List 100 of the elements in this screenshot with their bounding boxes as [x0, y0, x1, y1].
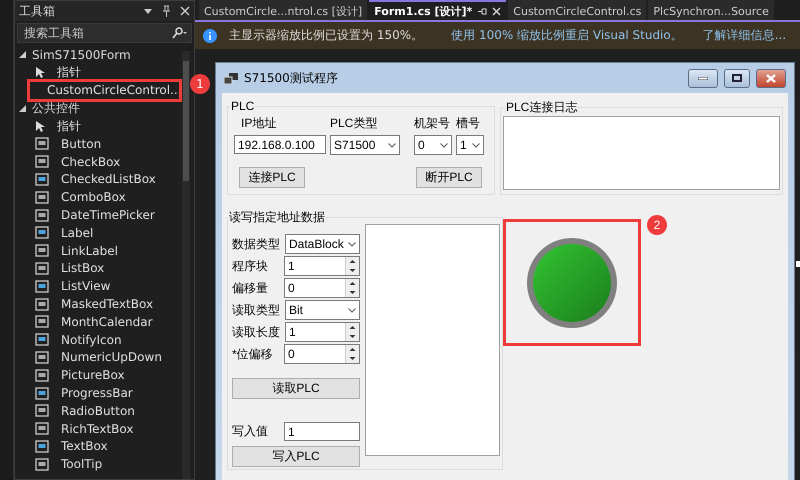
toolbox-item[interactable]: NotifyIcon [15, 330, 180, 349]
control-icon [35, 137, 49, 150]
toolbox-item[interactable]: RichTextBox [15, 420, 180, 438]
group-title: 读写指定地址数据 [228, 209, 326, 226]
toolbox-item[interactable]: ProgressBar [15, 384, 180, 402]
numeric-up-down[interactable]: 1 [285, 322, 360, 342]
control-icon [35, 155, 49, 168]
numeric-up-down[interactable]: 0 [284, 344, 360, 364]
control-icon [35, 440, 49, 453]
control-icon [35, 350, 49, 364]
field-label: PLC类型 [330, 115, 378, 132]
minimize-button[interactable] [688, 68, 718, 88]
scrollbar-thumb[interactable] [183, 61, 189, 181]
field-label: 槽号 [456, 115, 481, 132]
close-icon[interactable] [492, 6, 502, 16]
info-link[interactable]: 使用 100% 缩放比例重启 Visual Studio。 [451, 27, 683, 44]
combo-box[interactable]: Bit [285, 300, 360, 320]
toolbox-item[interactable]: ListView [15, 277, 180, 296]
field-label: *位偏移 [232, 346, 273, 362]
close-icon[interactable] [180, 6, 190, 16]
scrollbar[interactable] [182, 51, 190, 479]
document-tab[interactable]: CustomCircleControl.cs [508, 0, 646, 20]
field-label: 写入值 [232, 423, 268, 440]
toolbox-item[interactable]: DateTimePicker [15, 206, 180, 224]
resize-handle[interactable] [796, 261, 800, 267]
toolbox-item[interactable]: MonthCalendar [15, 312, 180, 331]
toolbox-item[interactable]: 指针 [15, 64, 180, 82]
combo-box[interactable]: 1 [456, 135, 484, 155]
control-icon [35, 244, 49, 258]
group-title: PLC [230, 99, 256, 113]
panel-title: 工具箱 [19, 2, 56, 20]
expanded-icon [19, 51, 26, 58]
info-message: 主显示器缩放比例已设置为 150%。 [229, 27, 424, 44]
control-icon [35, 262, 49, 275]
field-label: 机架号 [414, 115, 451, 132]
toolbox-group[interactable]: 公共控件 [15, 99, 180, 118]
control-icon [35, 190, 49, 204]
write-value-field[interactable]: 1 [284, 422, 360, 441]
toolbox-item[interactable]: PictureBox [15, 366, 180, 384]
annotation-marker: 1 [190, 74, 210, 94]
write-button[interactable]: 写入PLC [232, 446, 360, 467]
field-label: 读取类型 [232, 302, 280, 318]
expanded-icon [19, 104, 26, 112]
chevron-down-icon [348, 242, 356, 246]
chevron-down-icon [472, 142, 480, 148]
disconnect-button[interactable]: 断开PLC [416, 167, 482, 188]
control-icon [35, 368, 49, 382]
close-button[interactable] [756, 68, 786, 88]
control-icon [35, 226, 49, 240]
combo-box[interactable]: S71500 [330, 135, 400, 155]
search-input[interactable]: 搜索工具箱 [22, 25, 171, 41]
read-button[interactable]: 读取PLC [232, 378, 360, 399]
maximize-button[interactable] [724, 68, 750, 88]
group-title: PLC连接日志 [505, 99, 578, 116]
toolbox-item[interactable]: ToolTip [15, 455, 180, 474]
annotation-marker: 2 [647, 215, 667, 235]
toolbox-item[interactable]: RadioButton [15, 402, 180, 420]
field-label: 读取长度 [232, 324, 280, 340]
search-field[interactable]: 搜索工具箱 [17, 23, 192, 43]
control-icon [35, 422, 49, 436]
minimize-icon [698, 76, 708, 80]
search-icon[interactable] [171, 27, 187, 39]
dropdown-icon[interactable] [144, 8, 152, 14]
toolbox-item[interactable]: MaskedTextBox [15, 295, 180, 313]
toolbox-item[interactable]: TextBox [15, 438, 180, 456]
toolbox-item[interactable]: CheckedListBox [15, 170, 180, 188]
control-icon [35, 172, 49, 186]
toolbox-item[interactable]: 指针 [15, 117, 180, 135]
field-label: 偏移量 [232, 280, 268, 296]
combo-box[interactable]: 0 [414, 135, 452, 155]
pointer-icon [35, 66, 45, 80]
toolbox-item[interactable]: Label [15, 224, 180, 242]
toolbox-item[interactable]: CheckBox [15, 152, 180, 171]
toolbox-item[interactable]: Button [15, 134, 180, 153]
document-tab[interactable]: PlcSynchron...Source [648, 0, 774, 20]
toolbox-item[interactable]: NumericUpDown [15, 348, 180, 366]
document-tab[interactable]: CustomCircle...ntrol.cs [设计] [199, 0, 368, 20]
combo-box[interactable]: DataBlock [285, 234, 360, 254]
connect-button[interactable]: 连接PLC [239, 167, 305, 188]
field-label: 程序块 [232, 258, 268, 274]
toolbox-group[interactable]: SimS71500Form [15, 46, 180, 64]
toolbox-item[interactable]: ListBox [15, 260, 180, 278]
window-title: S71500测试程序 [244, 70, 339, 86]
log-text-area[interactable] [503, 116, 780, 190]
toolbox-item[interactable]: LinkLabel [15, 242, 180, 260]
pin-icon[interactable] [477, 6, 488, 16]
toolbox-item[interactable]: ComboBox [15, 188, 180, 206]
result-text-area[interactable] [365, 224, 500, 456]
control-icon [35, 280, 49, 293]
maximize-icon [732, 74, 742, 82]
info-link[interactable]: 了解详细信息... [702, 27, 786, 44]
control-icon [35, 333, 49, 346]
numeric-up-down[interactable]: 0 [284, 278, 360, 298]
numeric-up-down[interactable]: 1 [284, 256, 360, 276]
ip-address-field[interactable]: 192.168.0.100 [234, 135, 326, 154]
pin-icon[interactable] [162, 5, 171, 17]
control-icon [35, 208, 49, 222]
field-label: IP地址 [240, 115, 278, 132]
chevron-down-icon [388, 142, 396, 148]
document-tab[interactable]: Form1.cs [设计]* [369, 0, 506, 20]
